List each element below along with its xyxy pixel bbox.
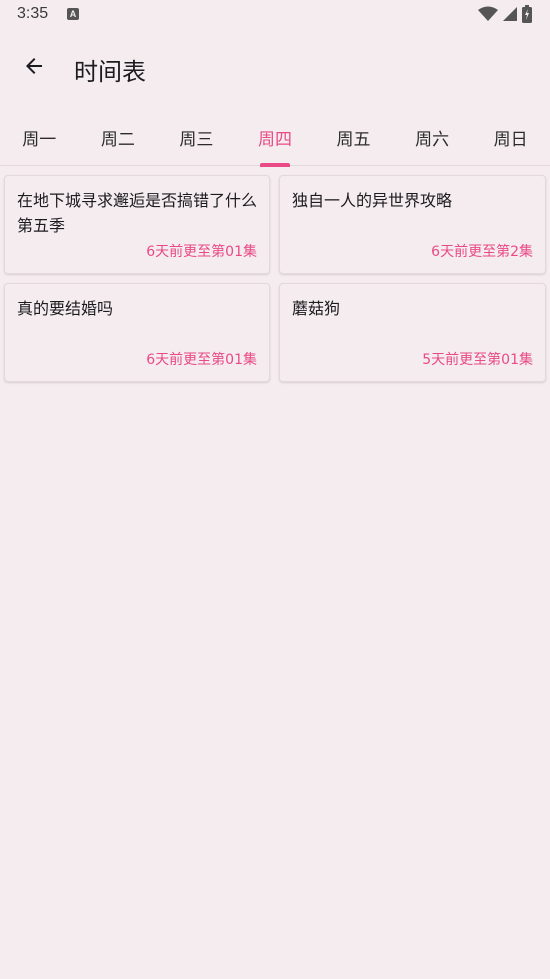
tab-label: 周三 [179,129,214,150]
tab-label: 周二 [100,129,135,150]
card-title: 蘑菇狗 [292,299,341,318]
page-title: 时间表 [74,58,146,86]
arrow-left-icon [26,58,42,74]
card-update-info: 6天前更至第2集 [431,244,533,260]
weekday-tabs: 周一 周二 周三 周四 周五 周六 周日 [0,108,550,167]
tab-sunday[interactable]: 周日 [471,108,550,166]
battery-icon [522,5,532,23]
anime-card[interactable]: 真的要结婚吗 6天前更至第01集 [4,283,270,382]
card-update-info: 6天前更至第01集 [146,244,257,260]
status-bar: 3:35 A [0,0,550,30]
tab-active-indicator [259,163,290,167]
tab-label: 周六 [415,129,450,150]
tab-tuesday[interactable]: 周二 [79,108,158,166]
tab-label: 周一 [22,129,57,150]
anime-card[interactable]: 独自一人的异世界攻略 6天前更至第2集 [279,175,546,274]
tab-thursday[interactable]: 周四 [236,108,315,167]
card-title: 真的要结婚吗 [17,299,114,318]
tab-label: 周日 [493,129,528,150]
card-update-info: 5天前更至第01集 [422,352,533,368]
tab-wednesday[interactable]: 周三 [157,108,236,166]
a-icon: A [67,8,79,20]
tab-label: 周五 [336,129,371,150]
card-update-info: 6天前更至第01集 [146,352,257,368]
status-time: 3:35 [17,5,49,22]
back-button[interactable] [12,44,56,88]
anime-card[interactable]: 在地下城寻求邂逅是否搞错了什么第五季 6天前更至第01集 [4,175,270,274]
schedule-grid: 在地下城寻求邂逅是否搞错了什么第五季 6天前更至第01集 独自一人的异世界攻略 … [4,175,546,382]
wifi-icon [478,6,498,21]
anime-card[interactable]: 蘑菇狗 5天前更至第01集 [279,283,546,382]
tab-monday[interactable]: 周一 [0,108,79,166]
app-bar: 时间表 [0,30,550,108]
tab-friday[interactable]: 周五 [314,108,393,166]
signal-icon [503,7,517,21]
card-title: 独自一人的异世界攻略 [292,191,453,210]
card-title: 在地下城寻求邂逅是否搞错了什么第五季 [17,191,258,235]
status-icons [478,5,532,23]
tab-label: 周四 [257,129,292,150]
tab-saturday[interactable]: 周六 [393,108,472,166]
